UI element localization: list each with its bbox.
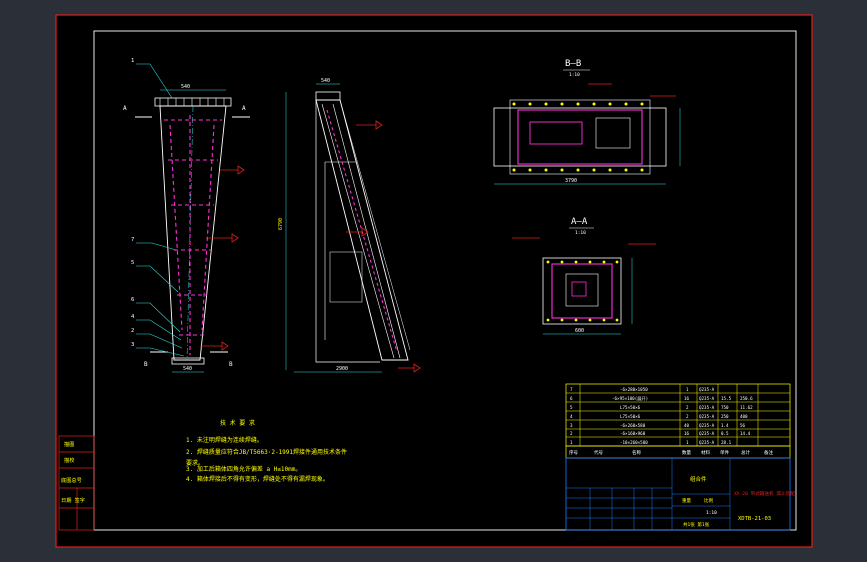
aa-width-dim: 600 [575, 328, 584, 334]
title-weight-label: 重量 [682, 497, 691, 504]
title-drawing-number: XDTB-21-03 [738, 516, 771, 522]
front-top-dim: 540 [181, 84, 190, 90]
bom-r2-total: 250.6 [740, 396, 753, 401]
title-scale-label: 比例 [704, 497, 713, 504]
bom-h-qty: 数量 [682, 449, 691, 456]
side-bottom-dim: 2900 [336, 366, 348, 372]
bom-r4-mat: Q235-A [699, 414, 715, 419]
title-sheet: 共1张 第1张 [683, 521, 710, 528]
note-line-2: 2. 焊缝质量应符合JB/T5663·2-1991焊接件通用技术条件 [186, 448, 347, 456]
bom-r5-code: -6×260×580 [620, 423, 646, 428]
bom-h-remark: 备注 [764, 449, 773, 456]
bom-r4-code: L75×50×6 [620, 414, 641, 419]
section-aa-scale: 1:10 [575, 230, 586, 236]
bom-r4-unit: 250 [721, 414, 729, 419]
bom-r2-unit: 15.5 [721, 396, 732, 401]
bom-h-unit: 单件 [720, 449, 729, 456]
bom-r3-total: 11.62 [740, 405, 753, 410]
stamp-label-3: 底图总号 [61, 476, 82, 484]
bom-r7-code: -10×260×580 [620, 440, 648, 445]
section-aa-title: A—A [571, 217, 588, 227]
note-line-4: 3. 加工后箱体四角允许偏差 a H≤10mm。 [186, 465, 301, 473]
front-bottom-dim: 540 [183, 366, 192, 372]
bom-r7-mat: Q235-A [699, 440, 715, 445]
bom-h-no: 序号 [569, 449, 578, 456]
bb-width-dim: 3790 [565, 178, 577, 184]
bom-r3-code: L75×50×6 [620, 405, 641, 410]
drawing-canvas: 描图 描校 底图总号 日期 签字 540 540 A A B B 1 7 5 6… [0, 0, 867, 562]
bom-r5-qty: 40 [684, 423, 690, 428]
cut-label-b-right: B [229, 361, 233, 368]
stamp-label-1: 描图 [64, 440, 74, 448]
stamp-label-4: 日期 签字 [61, 496, 85, 504]
title-scale-value: 1:10 [706, 510, 717, 516]
title-material: 组合件 [690, 475, 707, 483]
bom-r5-mat: Q235-A [699, 423, 715, 428]
cut-label-a-right: A [242, 105, 246, 112]
side-height-dim: 6790 [278, 218, 284, 230]
balloon-7: 7 [131, 237, 134, 243]
bom-r4-total: 400 [740, 414, 748, 419]
bom-r1-mat: Q235-A [699, 387, 715, 392]
bom-r5-total: 56 [740, 423, 746, 428]
bom-h-code: 代号 [594, 449, 603, 456]
bom-r6-unit: 0.5 [721, 431, 729, 436]
note-line-5: 4. 箱体焊接后不得有变形，焊缝处不得有漏焊现象。 [186, 475, 329, 483]
bom-r3-mat: Q235-A [699, 405, 715, 410]
balloon-3: 3 [131, 342, 134, 348]
side-top-dim: 540 [321, 78, 330, 84]
notes-heading: 技 术 要 求 [220, 419, 255, 427]
section-bb-title: B—B [565, 59, 581, 69]
balloon-5: 5 [131, 260, 134, 266]
bom-r6-qty: 16 [684, 431, 690, 436]
section-bb-scale: 1:10 [569, 72, 580, 78]
bom-h-total: 总计 [741, 449, 750, 456]
bom-h-mat: 材料 [701, 449, 710, 456]
stamp-label-2: 描校 [64, 456, 74, 464]
bom-r7-unit: 28.1 [721, 440, 732, 445]
cut-label-a-left: A [123, 105, 127, 112]
balloon-6: 6 [131, 297, 134, 303]
bom-h-name: 名称 [632, 449, 641, 456]
bom-r2-qty: 16 [684, 396, 690, 401]
bom-r6-code: -6×160×960 [620, 431, 646, 436]
note-line-1: 1. 未注明焊缝为连续焊缝。 [186, 436, 263, 444]
cut-label-b-left: B [144, 361, 148, 368]
balloon-1: 1 [131, 58, 134, 64]
title-part-name: XX-20 带式输送机 漏斗装配 [734, 490, 795, 497]
bom-r6-total: 14.4 [740, 431, 751, 436]
bom-r5-unit: 1.4 [721, 423, 729, 428]
bom-r2-mat: Q235-A [699, 396, 715, 401]
bom-r3-unit: 750 [721, 405, 729, 410]
bom-r1-code: -6×280×1050 [620, 387, 648, 392]
bom-r6-mat: Q235-A [699, 431, 715, 436]
balloon-2: 2 [131, 328, 134, 334]
